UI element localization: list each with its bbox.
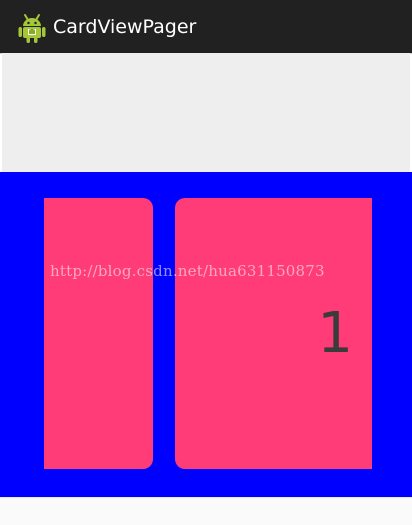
action-bar: CardViewPager — [0, 0, 412, 53]
card-previous[interactable] — [44, 198, 153, 469]
card-page-number: 1 — [317, 301, 353, 366]
card-view-pager[interactable]: 1 http://blog.csdn.net/hua631150873 — [0, 172, 412, 497]
watermark-text: http://blog.csdn.net/hua631150873 — [50, 262, 325, 280]
top-content-area — [2, 53, 410, 172]
card-current[interactable]: 1 — [175, 198, 372, 469]
android-robot-icon — [17, 12, 47, 44]
app-screen: CardViewPager 1 http://blog.csdn.net/hua… — [0, 0, 412, 525]
bottom-content-area — [0, 497, 412, 525]
app-title: CardViewPager — [53, 16, 197, 38]
